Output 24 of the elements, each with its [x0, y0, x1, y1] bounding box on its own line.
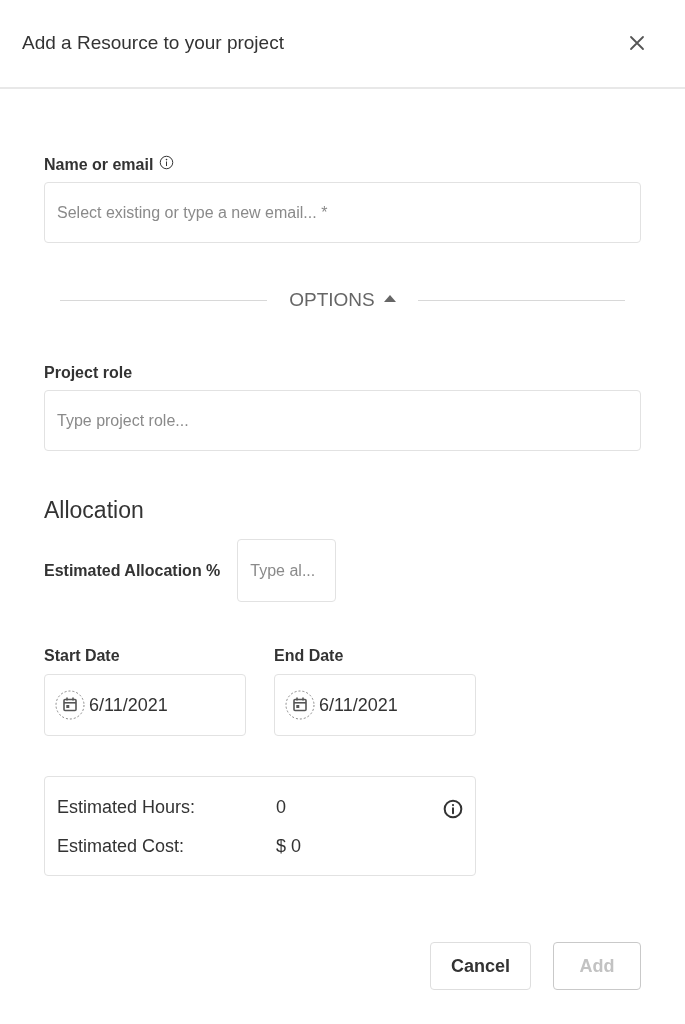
- field-label: Name or email: [44, 155, 154, 175]
- section-heading: Allocation: [44, 496, 144, 524]
- dialog-title: Add a Resource to your project: [22, 30, 284, 55]
- field-label: End Date: [274, 646, 344, 666]
- calendar-icon[interactable]: [55, 690, 85, 720]
- caret-icon: [383, 294, 396, 302]
- close-icon[interactable]: [629, 34, 645, 51]
- date-field[interactable]: 6/11/2021: [274, 674, 476, 736]
- info-icon[interactable]: [443, 799, 463, 819]
- estimate-value: $ 0: [276, 835, 302, 858]
- date-field[interactable]: 6/11/2021: [44, 674, 246, 736]
- info-icon[interactable]: [159, 154, 175, 170]
- input-field[interactable]: Type project role...: [44, 390, 641, 451]
- field-label: Project role: [44, 363, 133, 383]
- estimate-value: 0: [276, 796, 286, 819]
- options-toggle[interactable]: OPTIONS: [289, 289, 396, 311]
- estimate-label: Estimated Hours:: [57, 796, 196, 819]
- cancel-button[interactable]: Cancel: [430, 942, 531, 990]
- field-label: Estimated Allocation %: [44, 560, 221, 581]
- input-field[interactable]: Select existing or type a new email... *: [44, 182, 641, 243]
- estimate-label: Estimated Cost:: [57, 835, 185, 858]
- input-field[interactable]: Type al...: [237, 539, 337, 602]
- calendar-icon[interactable]: [285, 690, 315, 720]
- field-label: Start Date: [44, 646, 120, 666]
